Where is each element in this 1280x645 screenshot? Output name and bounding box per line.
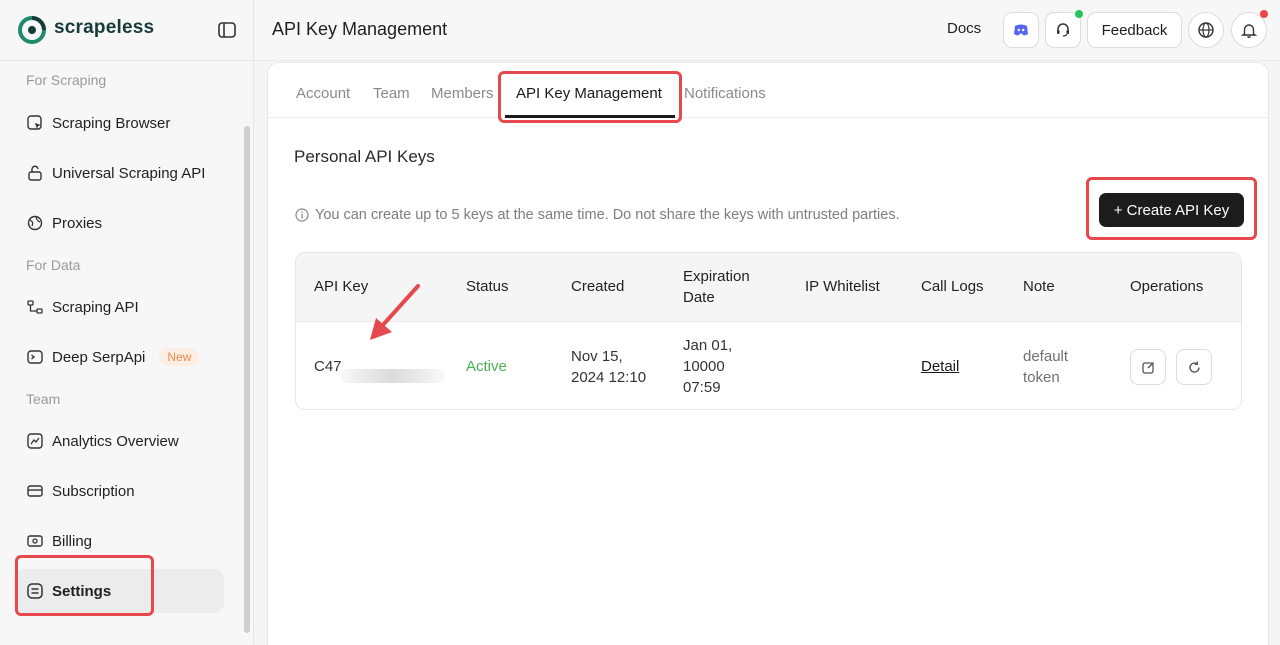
- sidebar-item-label: Deep SerpApi: [52, 348, 146, 366]
- tab-members[interactable]: Members: [431, 85, 494, 102]
- feedback-button[interactable]: Feedback: [1087, 12, 1182, 48]
- cursor-window-icon: [27, 115, 42, 130]
- sidebar-nav: For Scraping Scraping Browser Universal …: [0, 62, 242, 645]
- sidebar-item-label: Billing: [52, 532, 93, 550]
- nav-section-team: Team: [26, 391, 61, 407]
- docs-link[interactable]: Docs: [947, 20, 981, 37]
- refresh-icon: [1188, 360, 1200, 373]
- sidebar-item-label: Scraping Browser: [52, 114, 171, 132]
- sidebar-scroll-thumb[interactable]: [244, 126, 250, 633]
- sidebar-item-scraping-browser[interactable]: Scraping Browser: [14, 101, 224, 145]
- sidebar-collapse-icon[interactable]: [216, 19, 238, 41]
- unread-indicator-dot: [1260, 10, 1268, 18]
- table-header: API Key Status Created Expiration Date I…: [296, 253, 1241, 321]
- headset-icon: [1057, 23, 1069, 37]
- api-keys-table: API Key Status Created Expiration Date I…: [295, 252, 1242, 410]
- edit-icon: [1141, 361, 1154, 374]
- note-value: default token: [1023, 348, 1069, 386]
- sidebar-item-billing[interactable]: Billing: [14, 519, 224, 563]
- top-header: API Key Management Docs Feedback: [255, 0, 1280, 61]
- sidebar-item-proxies[interactable]: Proxies: [14, 201, 224, 245]
- sidebar: scrapeless For Scraping Scraping Browser: [0, 0, 254, 645]
- create-api-key-button[interactable]: + Create API Key: [1099, 193, 1244, 227]
- settings-icon: [27, 583, 43, 599]
- tab-api-key-management[interactable]: API Key Management: [516, 85, 662, 102]
- refresh-key-button[interactable]: [1176, 349, 1212, 385]
- api-key-redaction: [341, 369, 445, 383]
- tab-notifications[interactable]: Notifications: [684, 85, 766, 102]
- info-text: You can create up to 5 keys at the same …: [315, 207, 900, 223]
- sidebar-item-scraping-api[interactable]: Scraping API: [14, 285, 224, 329]
- sidebar-item-subscription[interactable]: Subscription: [14, 469, 224, 513]
- app-root: scrapeless For Scraping Scraping Browser: [0, 0, 1280, 645]
- info-icon: [295, 208, 309, 222]
- column-header-expiration-date: Expiration Date: [683, 268, 750, 306]
- column-header-ip-whitelist: IP Whitelist: [805, 278, 880, 295]
- credit-card-icon: [27, 485, 43, 497]
- sidebar-item-label: Subscription: [52, 482, 135, 500]
- sidebar-scrollbar[interactable]: [244, 126, 250, 633]
- edit-key-button[interactable]: [1130, 349, 1166, 385]
- settings-tabs: Account Team Members API Key Management …: [268, 63, 1268, 118]
- sidebar-item-analytics-overview[interactable]: Analytics Overview: [14, 419, 224, 463]
- sidebar-item-label: Universal Scraping API: [52, 164, 206, 182]
- brand-name: scrapeless: [54, 17, 155, 38]
- discord-button[interactable]: [1003, 12, 1039, 48]
- billing-icon: [27, 535, 43, 547]
- tab-account[interactable]: Account: [296, 85, 350, 102]
- globe-icon: [27, 215, 43, 231]
- bell-icon: [1240, 24, 1258, 38]
- expiration-date: Jan 01, 10000 07:59: [683, 337, 733, 396]
- created-date: Nov 15, 2024 12:10: [571, 348, 647, 386]
- sidebar-item-label: Settings: [52, 582, 112, 600]
- nav-section-for-data: For Data: [26, 257, 81, 273]
- new-badge: New: [159, 348, 200, 366]
- column-header-operations: Operations: [1130, 278, 1204, 295]
- unlock-icon: [28, 165, 42, 181]
- api-key-value: C47: [314, 358, 342, 375]
- brand: scrapeless: [0, 0, 254, 61]
- analytics-icon: [27, 433, 43, 449]
- flow-icon: [27, 300, 43, 314]
- online-status-dot: [1075, 10, 1083, 18]
- settings-card: Account Team Members API Key Management …: [267, 62, 1269, 645]
- column-header-status: Status: [466, 278, 509, 295]
- sidebar-item-label: Scraping API: [52, 298, 139, 316]
- sidebar-item-label: Proxies: [52, 214, 103, 232]
- call-logs-detail-link[interactable]: Detail: [921, 356, 959, 377]
- active-tab-indicator: [505, 115, 675, 118]
- section-title: Personal API Keys: [294, 147, 435, 166]
- status-badge: Active: [466, 358, 507, 375]
- column-header-call-logs: Call Logs: [921, 278, 984, 295]
- support-button[interactable]: [1045, 10, 1083, 48]
- globe-icon: [1198, 22, 1214, 38]
- column-header-note: Note: [1023, 278, 1055, 295]
- nav-section-for-scraping: For Scraping: [26, 72, 107, 88]
- sidebar-item-universal-scraping-api[interactable]: Universal Scraping API: [14, 151, 224, 195]
- tab-team[interactable]: Team: [373, 85, 410, 102]
- column-header-created: Created: [571, 278, 625, 295]
- sidebar-item-settings[interactable]: Settings: [14, 569, 224, 613]
- page-title: API Key Management: [272, 19, 448, 39]
- language-button[interactable]: [1188, 12, 1224, 48]
- notifications-button[interactable]: [1231, 10, 1268, 48]
- sidebar-item-deep-serpapi[interactable]: Deep SerpApi New: [14, 335, 224, 379]
- scrapeless-logo-icon: [18, 16, 46, 44]
- terminal-icon: [27, 350, 43, 364]
- column-header-api-key: API Key: [314, 278, 369, 295]
- info-message: You can create up to 5 keys at the same …: [295, 207, 900, 223]
- sidebar-item-label: Analytics Overview: [52, 432, 179, 450]
- table-row: C47 Active Nov 15, 2024 12:10 Jan 01, 10…: [296, 321, 1241, 409]
- discord-icon: [1014, 24, 1028, 36]
